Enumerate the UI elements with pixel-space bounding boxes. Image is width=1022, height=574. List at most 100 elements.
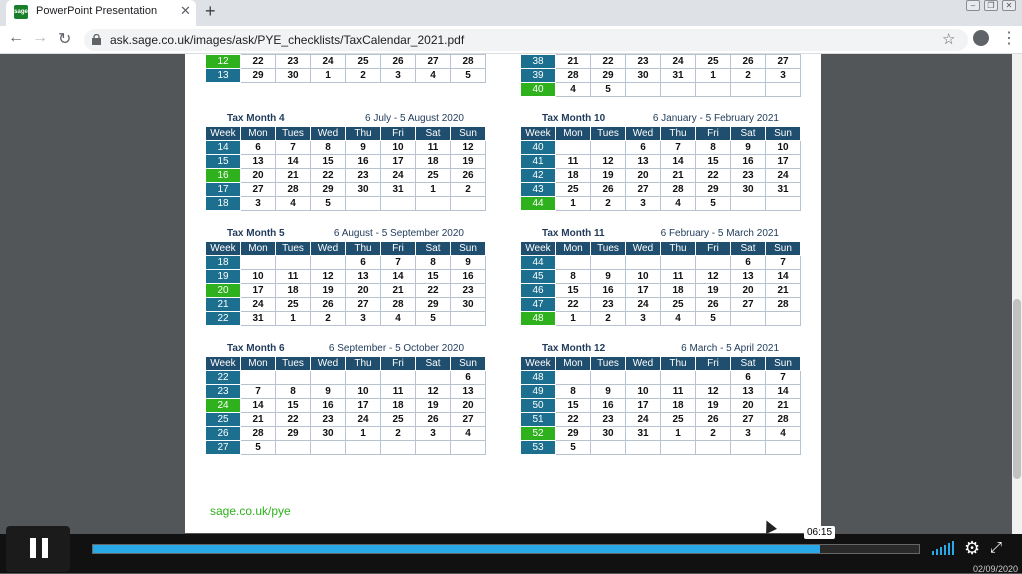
week-number: 46	[520, 283, 556, 298]
tax-month-range: 6 March - 5 April 2021	[681, 343, 779, 354]
table-row: 46 15 16 17 18 19 20 21	[520, 283, 801, 298]
day-cell: 13	[730, 269, 766, 284]
day-cell: 10	[345, 384, 381, 399]
minimize-icon[interactable]: –	[966, 0, 980, 11]
day-cell: 7	[765, 255, 801, 270]
new-tab-icon[interactable]: +	[205, 1, 216, 22]
back-icon[interactable]: ←	[8, 29, 24, 47]
progress-track[interactable]	[92, 544, 920, 554]
table-row: 27 5	[205, 440, 486, 455]
bookmark-star-icon[interactable]: ☆	[942, 30, 955, 48]
day-cell: 13	[730, 384, 766, 399]
day-cell: 25	[695, 54, 731, 69]
tax-month-block: Tax Month 11 6 February - 5 March 2021 Wee…	[520, 227, 801, 326]
sage-pye-link[interactable]: sage.co.uk/pye	[210, 504, 291, 518]
day-cell: 16	[310, 398, 346, 413]
day-cell: 26	[590, 182, 626, 197]
day-cell	[660, 440, 696, 455]
day-cell: 13	[450, 384, 486, 399]
day-cell: 28	[450, 54, 486, 69]
close-window-icon[interactable]: ✕	[1002, 0, 1016, 11]
table-row: 22 31 1 2 3 4 5	[205, 311, 486, 326]
browser-tab[interactable]: sage PowerPoint Presentation ✕	[6, 0, 196, 26]
day-cell: 13	[240, 154, 276, 169]
column-header: Fri	[380, 356, 416, 371]
day-cell: 20	[240, 168, 276, 183]
day-cell	[730, 311, 766, 326]
day-cell	[380, 370, 416, 385]
day-cell: 15	[310, 154, 346, 169]
tax-month-title: Tax Month 11	[542, 228, 605, 239]
settings-gear-icon[interactable]: ⚙	[964, 538, 980, 559]
column-header: Week	[205, 241, 241, 256]
tax-month-block: Tax Month 5 6 August - 5 September 2020 We…	[205, 227, 486, 326]
reload-icon[interactable]: ↻	[58, 29, 71, 49]
close-tab-icon[interactable]: ✕	[180, 3, 191, 19]
fullscreen-icon[interactable]: ⤢	[990, 539, 1002, 556]
table-row: 18 6 7 8 9	[205, 255, 486, 270]
day-cell: 2	[380, 426, 416, 441]
day-cell: 4	[415, 68, 451, 83]
day-cell: 11	[660, 384, 696, 399]
day-cell: 27	[765, 54, 801, 69]
day-cell	[625, 370, 661, 385]
day-cell: 30	[275, 68, 311, 83]
day-cell: 31	[625, 426, 661, 441]
day-cell: 5	[240, 440, 276, 455]
volume-icon[interactable]	[932, 541, 954, 555]
day-cell	[590, 440, 626, 455]
browser-menu-icon[interactable]: ⋮	[1001, 28, 1017, 48]
day-cell: 2	[345, 68, 381, 83]
day-cell: 18	[555, 168, 591, 183]
pdf-viewer[interactable]: 12 22 23 24 25 26 27 28 13 29 30 1 2 3 4 5 38 21 22 23 24 25 2…	[0, 54, 1022, 534]
table-row: 14 6 7 8 9 10 11 12	[205, 140, 486, 155]
column-header: Wed	[625, 241, 661, 256]
day-cell: 5	[555, 440, 591, 455]
column-header: Sat	[730, 356, 766, 371]
url-text: ask.sage.co.uk/images/ask/PYE_checklists…	[110, 33, 465, 47]
table-row: 16 20 21 22 23 24 25 26	[205, 168, 486, 183]
day-cell: 4	[660, 196, 696, 211]
profile-avatar-icon[interactable]	[973, 30, 989, 46]
table-row: 41 11 12 13 14 15 16 17	[520, 154, 801, 169]
day-cell: 5	[450, 68, 486, 83]
column-header: Sun	[765, 241, 801, 256]
day-cell	[275, 440, 311, 455]
day-cell: 10	[765, 140, 801, 155]
calendar-table: Week Mon Tues Wed Thu Fri Sat Sun 22 6 23 7 8 9 10 11 12…	[205, 356, 486, 455]
scrollbar-thumb[interactable]	[1013, 299, 1021, 479]
column-header: Sun	[765, 356, 801, 371]
day-cell: 21	[765, 398, 801, 413]
restore-icon[interactable]: ❐	[984, 0, 998, 11]
column-header: Tues	[275, 126, 311, 141]
timecode: 06:15	[804, 526, 836, 539]
day-cell: 17	[240, 283, 276, 298]
tab-title: PowerPoint Presentation	[36, 5, 158, 17]
day-cell: 17	[345, 398, 381, 413]
day-cell: 31	[240, 311, 276, 326]
day-cell: 25	[660, 297, 696, 312]
day-cell: 19	[450, 154, 486, 169]
page-scrollbar[interactable]	[1012, 54, 1022, 534]
tax-month-title: Tax Month 6	[227, 343, 285, 354]
day-cell: 15	[415, 269, 451, 284]
week-number: 26	[205, 426, 241, 441]
day-cell: 21	[380, 283, 416, 298]
day-cell: 22	[695, 168, 731, 183]
day-cell: 24	[765, 168, 801, 183]
day-cell: 7	[380, 255, 416, 270]
address-bar[interactable]: ask.sage.co.uk/images/ask/PYE_checklists…	[84, 29, 968, 51]
day-cell	[345, 440, 381, 455]
day-cell: 1	[555, 196, 591, 211]
tax-month-block: Tax Month 10 6 January - 5 February 2021 W…	[520, 112, 801, 211]
pause-button[interactable]	[6, 526, 70, 572]
day-cell: 23	[625, 54, 661, 69]
day-cell: 15	[275, 398, 311, 413]
calendar-table: Week Mon Tues Wed Thu Fri Sat Sun 14 6 7 8 9 10 11 12 15…	[205, 126, 486, 211]
forward-icon[interactable]: →	[32, 29, 48, 47]
column-header: Week	[205, 356, 241, 371]
calendar-table: Week Mon Tues Wed Thu Fri Sat Sun 48 6 7 49 8 9 10 11 12…	[520, 356, 801, 455]
calendar-table: Week Mon Tues Wed Thu Fri Sat Sun 40 6 7 8 9 10 41 11 12…	[520, 126, 801, 211]
week-number: 21	[205, 297, 241, 312]
day-cell: 18	[660, 283, 696, 298]
